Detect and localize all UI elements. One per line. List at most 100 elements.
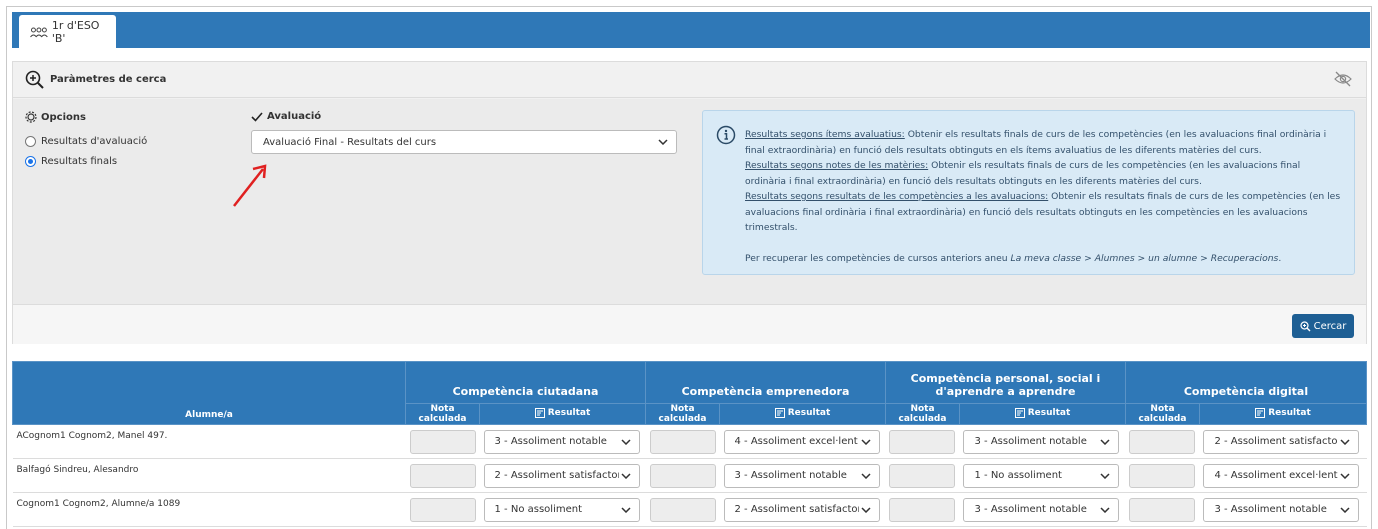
chevron-down-icon — [658, 139, 668, 145]
nota-calculada-input[interactable] — [889, 497, 956, 522]
radio-resultats-finals[interactable]: Resultats finals — [25, 156, 117, 167]
resultat-header-label: Resultat — [787, 407, 831, 418]
tab-label: 1r d'ESO 'B' — [51, 18, 100, 45]
resultat-cell: 3 - Assoliment notable — [959, 424, 1126, 459]
nota-calculada-input[interactable] — [409, 429, 476, 454]
nota-calculada-cell — [405, 458, 480, 493]
nota-calculada-header: Nota calculada — [884, 403, 960, 425]
search-panel-title: Paràmetres de cerca — [50, 74, 167, 85]
info-link[interactable]: Resultats segons ítems avaluatius: — [745, 129, 905, 140]
radio-resultats-avaluacio[interactable]: Resultats d'avaluació — [25, 136, 147, 147]
resultat-cell: 3 - Assoliment notable — [479, 424, 646, 459]
resultat-select[interactable]: 3 - Assoliment notable — [963, 497, 1120, 522]
cercar-button[interactable]: Cercar — [1292, 314, 1354, 338]
red-arrow-icon — [233, 164, 267, 207]
resultat-select[interactable]: 3 - Assoliment notable — [483, 429, 640, 454]
student-name: Balfagó Sindreu, Alesandro — [12, 458, 406, 493]
resultat-select[interactable]: 2 - Assoliment satisfactori — [723, 497, 880, 522]
opcions-heading: Opcions — [25, 111, 86, 123]
resultat-select[interactable]: 4 - Assoliment excel·lent — [1203, 463, 1360, 488]
nota-calculada-input[interactable] — [649, 497, 716, 522]
info-paragraph: Per recuperar les competències de cursos… — [745, 251, 1341, 267]
nota-calculada-input[interactable] — [409, 463, 476, 488]
chevron-down-icon — [1100, 472, 1111, 479]
avaluacio-select[interactable]: Avaluació Final - Resultats del curs — [251, 130, 677, 154]
info-paragraph: Resultats segons ítems avaluatius: Obten… — [745, 127, 1341, 158]
nota-calculada-input[interactable] — [1129, 463, 1196, 488]
student-header-label: Alumne/a — [185, 410, 233, 420]
resultat-cell: 4 - Assoliment excel·lent — [719, 424, 886, 459]
resultat-select[interactable]: 3 - Assoliment notable — [963, 429, 1120, 454]
resultat-select[interactable]: 3 - Assoliment notable — [1203, 497, 1360, 522]
nota-calculada-input[interactable] — [409, 497, 476, 522]
resultat-cell: 2 - Assoliment satisfactori — [719, 492, 886, 527]
info-desc: . — [1278, 252, 1282, 264]
search-panel-header[interactable]: Paràmetres de cerca — [13, 62, 1366, 98]
resultat-value: 3 - Assoliment notable — [494, 436, 607, 447]
group-icon — [30, 27, 48, 37]
nota-calculada-input[interactable] — [1129, 497, 1196, 522]
zoom-in-icon — [1300, 320, 1311, 331]
opcions-title: Opcions — [41, 111, 86, 123]
radio-circle[interactable] — [25, 136, 36, 147]
student-header[interactable]: Alumne/a — [11, 361, 407, 425]
zoom-in-icon — [25, 70, 44, 89]
chevron-down-icon — [860, 506, 871, 513]
radio-circle[interactable] — [25, 156, 36, 167]
info-link[interactable]: Resultats segons notes de les matèries: — [745, 160, 928, 171]
student-name: Cognom1 Cognom2, Alumne/a 1089 — [12, 492, 406, 527]
nota-calculada-input[interactable] — [889, 429, 956, 454]
resultat-select[interactable]: 1 - No assoliment — [483, 497, 640, 522]
chevron-down-icon — [1340, 506, 1350, 513]
resultat-select[interactable]: 3 - Assoliment notable — [723, 463, 880, 488]
search-panel: Paràmetres de cerca Opcions Resultats d'… — [12, 61, 1367, 344]
nota-calculada-cell — [1125, 458, 1200, 493]
search-panel-footer: Cercar — [13, 304, 1366, 344]
chevron-down-icon — [860, 438, 871, 445]
chevron-down-icon — [1340, 472, 1350, 479]
nota-calculada-input[interactable] — [649, 463, 716, 488]
cercar-label: Cercar — [1313, 320, 1347, 332]
search-panel-body: Opcions Resultats d'avaluació Resultats … — [13, 99, 1366, 304]
resultat-cell: 2 - Assoliment satisfactori — [479, 458, 646, 493]
chevron-down-icon — [620, 506, 631, 513]
resultat-select[interactable]: 4 - Assoliment excel·lent — [723, 429, 880, 454]
resultat-value: 1 - No assoliment — [974, 470, 1062, 481]
tab-bar — [12, 12, 1370, 48]
resultat-header: Resultat — [719, 403, 886, 425]
nota-calculada-input[interactable] — [889, 463, 956, 488]
resultat-cell: 3 - Assoliment notable — [959, 492, 1126, 527]
nota-calculada-cell — [1125, 492, 1200, 527]
avaluacio-value: Avaluació Final - Resultats del curs — [263, 136, 437, 148]
resultat-select[interactable]: 2 - Assoliment satisfactori — [483, 463, 640, 488]
resultat-header: Resultat — [479, 403, 646, 425]
resultat-value: 2 - Assoliment satisfactori — [494, 470, 619, 481]
nota-calculada-cell — [645, 424, 720, 459]
chevron-down-icon — [860, 472, 871, 479]
nota-calculada-cell — [885, 492, 960, 527]
info-link[interactable]: Resultats segons resultats de les compet… — [745, 191, 1048, 202]
list-icon — [1255, 407, 1266, 418]
eye-slash-icon[interactable] — [1334, 71, 1352, 87]
group-header: Competència emprenedora — [645, 361, 886, 404]
resultat-value: 1 - No assoliment — [494, 504, 582, 515]
resultat-cell: 3 - Assoliment notable — [1199, 492, 1367, 527]
chevron-down-icon — [1340, 438, 1350, 445]
tab-group[interactable]: 1r d'ESO 'B' — [19, 15, 116, 48]
nota-calculada-input[interactable] — [649, 429, 716, 454]
resultat-header: Resultat — [1198, 403, 1368, 425]
nota-calculada-input[interactable] — [1129, 429, 1196, 454]
avaluacio-heading: Avaluació — [251, 111, 321, 122]
table-row: Balfagó Sindreu, Alesandro 2 - Assoliment… — [12, 458, 1367, 493]
group-header: Competència digital — [1124, 361, 1368, 404]
resultat-cell: 1 - No assoliment — [479, 492, 646, 527]
resultat-select[interactable]: 2 - Assoliment satisfactori — [1203, 429, 1360, 454]
chevron-down-icon — [1100, 506, 1111, 513]
resultat-select[interactable]: 1 - No assoliment — [963, 463, 1120, 488]
table-row: ACognom1 Cognom2, Manel 497. 3 - Assolime… — [12, 424, 1367, 459]
nota-calculada-cell — [885, 424, 960, 459]
nota-calculada-cell — [1125, 424, 1200, 459]
nota-calculada-header: Nota calculada — [1124, 403, 1200, 425]
nota-calculada-header: Nota calculada — [405, 403, 481, 425]
info-desc: Per recuperar les competències de cursos… — [745, 252, 1011, 264]
